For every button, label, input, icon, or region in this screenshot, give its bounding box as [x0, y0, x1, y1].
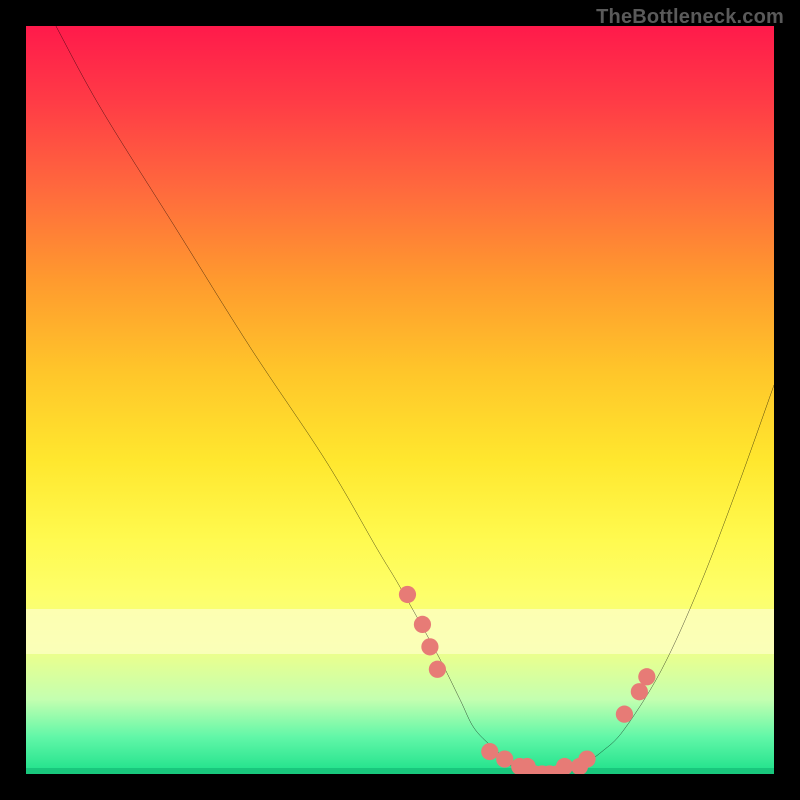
data-marker [616, 706, 633, 723]
chart-frame: TheBottleneck.com [0, 0, 800, 800]
marker-layer [399, 586, 656, 774]
data-marker [414, 616, 431, 633]
data-marker [429, 661, 446, 678]
data-marker [556, 758, 573, 774]
data-marker [399, 586, 416, 603]
data-marker [631, 683, 648, 700]
data-marker [496, 750, 513, 767]
plot-area [26, 26, 774, 774]
bottleneck-curve-path [56, 26, 774, 774]
watermark-text: TheBottleneck.com [596, 6, 784, 29]
data-marker [638, 668, 655, 685]
bottleneck-curve-svg [26, 26, 774, 774]
data-marker [421, 638, 438, 655]
data-marker [578, 750, 595, 767]
data-marker [481, 743, 498, 760]
curve-layer [56, 26, 774, 774]
